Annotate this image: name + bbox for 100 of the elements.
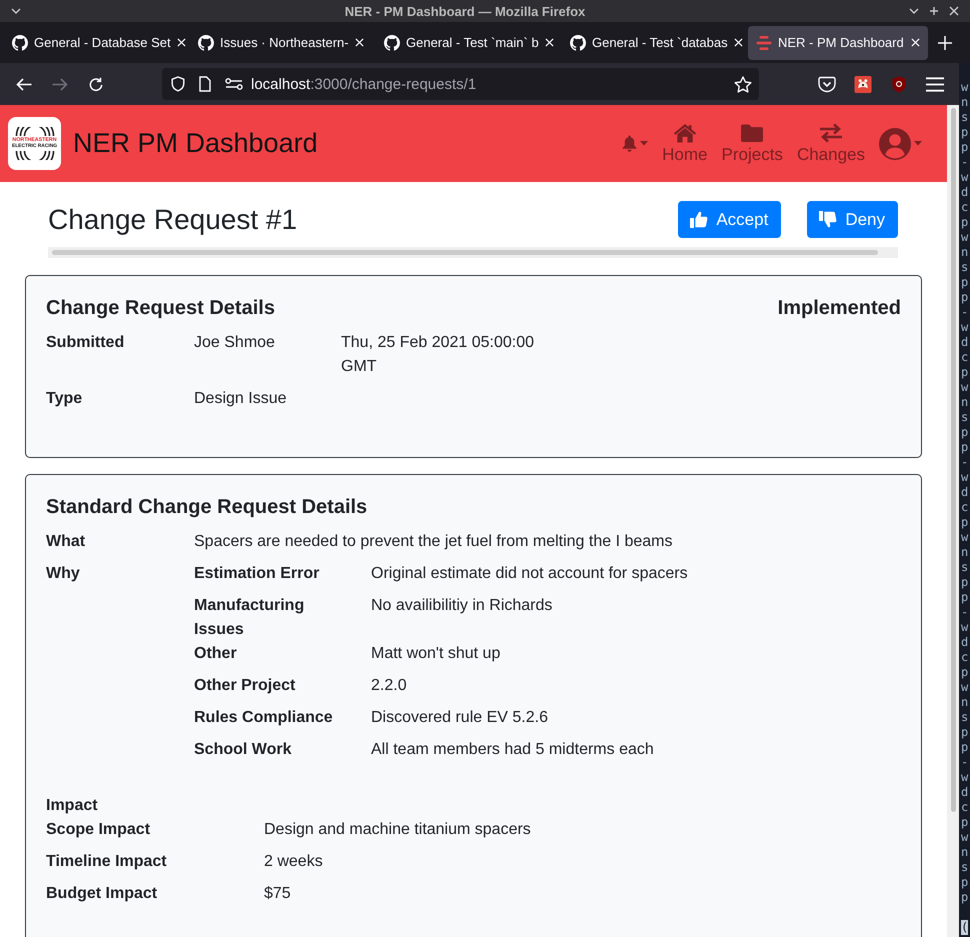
accept-button[interactable]: Accept xyxy=(678,201,782,238)
terminal-line: s xyxy=(961,410,968,425)
thumbs-up-icon xyxy=(690,211,708,228)
reason-explanation: No availibilitiy in Richards xyxy=(371,596,554,616)
terminal-line: w xyxy=(961,620,968,635)
reason-type: Other Project xyxy=(194,676,296,696)
field-value: Thu, 25 Feb 2021 05:00:00 GMT xyxy=(341,333,536,377)
deny-button[interactable]: Deny xyxy=(807,201,898,238)
field-value: Spacers are needed to prevent the jet fuel from melting the I beams xyxy=(194,532,674,552)
scrollbar-thumb[interactable] xyxy=(950,108,956,812)
github-icon xyxy=(198,34,214,50)
terminal-line: - xyxy=(961,155,968,170)
terminal-line: - xyxy=(961,755,968,770)
terminal-line: p xyxy=(961,275,968,290)
reload-icon xyxy=(88,76,104,92)
terminal-line: w xyxy=(961,170,968,185)
terminal-line: n xyxy=(961,695,968,710)
bell-icon xyxy=(622,135,638,152)
folder-icon xyxy=(740,122,764,142)
browser-tab[interactable]: General - Test `databas xyxy=(562,26,742,60)
terminal-line: w xyxy=(961,680,968,695)
terminal-line: p xyxy=(961,425,968,440)
maximize-icon[interactable] xyxy=(929,6,939,16)
field-label: Budget Impact xyxy=(46,884,158,904)
terminal-line: w xyxy=(961,830,968,845)
right-arrow-icon xyxy=(52,76,68,92)
terminal-line: w xyxy=(961,320,968,335)
chevron-down-icon[interactable] xyxy=(11,8,21,14)
terminal-line: p xyxy=(961,740,968,755)
terminal-line: s xyxy=(961,260,968,275)
field-value: 2 weeks xyxy=(264,852,324,872)
terminal-line: d xyxy=(961,635,968,650)
field-value: Design Issue xyxy=(194,389,288,409)
permissions-icon[interactable] xyxy=(225,78,243,90)
reason-explanation: 2.2.0 xyxy=(371,676,408,696)
terminal-line: c xyxy=(961,800,968,815)
swap-arrows-icon xyxy=(818,122,843,142)
menu-icon[interactable] xyxy=(926,76,944,92)
thumbs-down-icon xyxy=(819,211,838,228)
user-menu-button[interactable] xyxy=(879,128,922,160)
browser-tab[interactable]: General - Test `main` b xyxy=(376,26,556,60)
plus-icon[interactable] xyxy=(938,36,952,50)
github-icon xyxy=(12,34,28,50)
field-label: Scope Impact xyxy=(46,820,152,840)
terminal-line: d xyxy=(961,785,968,800)
browser-tab[interactable]: Issues · Northeastern- xyxy=(190,26,370,60)
terminal-line: d xyxy=(961,185,968,200)
terminal-line: w xyxy=(961,230,968,245)
notifications-dropdown[interactable] xyxy=(622,135,648,152)
browser-tab[interactable]: NER - PM Dashboard xyxy=(748,26,928,60)
reason-type: Other xyxy=(194,644,238,664)
status-label: Implemented xyxy=(778,296,901,320)
app-title: NER PM Dashboard xyxy=(73,128,318,159)
terminal-line: c xyxy=(961,200,968,215)
arc-stripes-icon xyxy=(14,151,54,160)
minimize-icon[interactable] xyxy=(909,6,919,16)
star-icon[interactable] xyxy=(734,76,752,92)
shield-extension-icon[interactable] xyxy=(890,76,908,92)
terminal-line: w xyxy=(961,530,968,545)
page-icon xyxy=(198,76,212,92)
reason-explanation: All team members had 5 midterms each xyxy=(371,740,655,760)
field-value: Design and machine titanium spacers xyxy=(264,820,532,840)
address-bar[interactable]: localhost:3000/change-requests/1 xyxy=(162,68,759,100)
pocket-icon[interactable] xyxy=(818,76,836,92)
extension-icon[interactable] xyxy=(854,76,872,92)
terminal-line: n xyxy=(961,245,968,260)
github-icon xyxy=(384,34,400,50)
terminal-line: w xyxy=(961,380,968,395)
vertical-scrollbar[interactable] xyxy=(947,105,959,937)
field-label: Submitted xyxy=(46,333,126,353)
terminal-line: p xyxy=(961,215,968,230)
terminal-line: c xyxy=(961,350,968,365)
terminal-line: p xyxy=(961,665,968,680)
horizontal-scrollbar[interactable] xyxy=(48,247,898,258)
terminal-line: n xyxy=(961,545,968,560)
section-label: Impact xyxy=(46,796,98,816)
field-label: Why xyxy=(46,564,81,584)
terminal-line: p xyxy=(961,590,968,605)
shield-icon[interactable] xyxy=(171,76,185,92)
terminal-line: p xyxy=(961,140,968,155)
reason-explanation: Discovered rule EV 5.2.6 xyxy=(371,708,549,728)
terminal-line: s xyxy=(961,710,968,725)
left-arrow-icon xyxy=(16,76,32,92)
reason-type: Manufacturing Issues xyxy=(194,596,306,640)
browser-tab[interactable]: General - Database Set xyxy=(4,26,184,60)
close-icon[interactable] xyxy=(949,6,959,16)
card-title: Standard Change Request Details xyxy=(46,495,368,519)
terminal-line: p xyxy=(961,725,968,740)
terminal-line: p xyxy=(961,440,968,455)
terminal-line: n xyxy=(961,95,968,110)
card-title: Change Request Details xyxy=(46,296,275,320)
url-text[interactable]: localhost:3000/change-requests/1 xyxy=(251,76,734,92)
field-label: Timeline Impact xyxy=(46,852,168,872)
terminal-line: - xyxy=(961,605,968,620)
terminal-line: p xyxy=(961,290,968,305)
caret-icon xyxy=(640,141,648,146)
terminal-line: w xyxy=(961,470,968,485)
scrollbar-thumb[interactable] xyxy=(52,250,878,255)
terminal-line: p xyxy=(961,875,968,890)
field-label: Type xyxy=(46,389,84,409)
